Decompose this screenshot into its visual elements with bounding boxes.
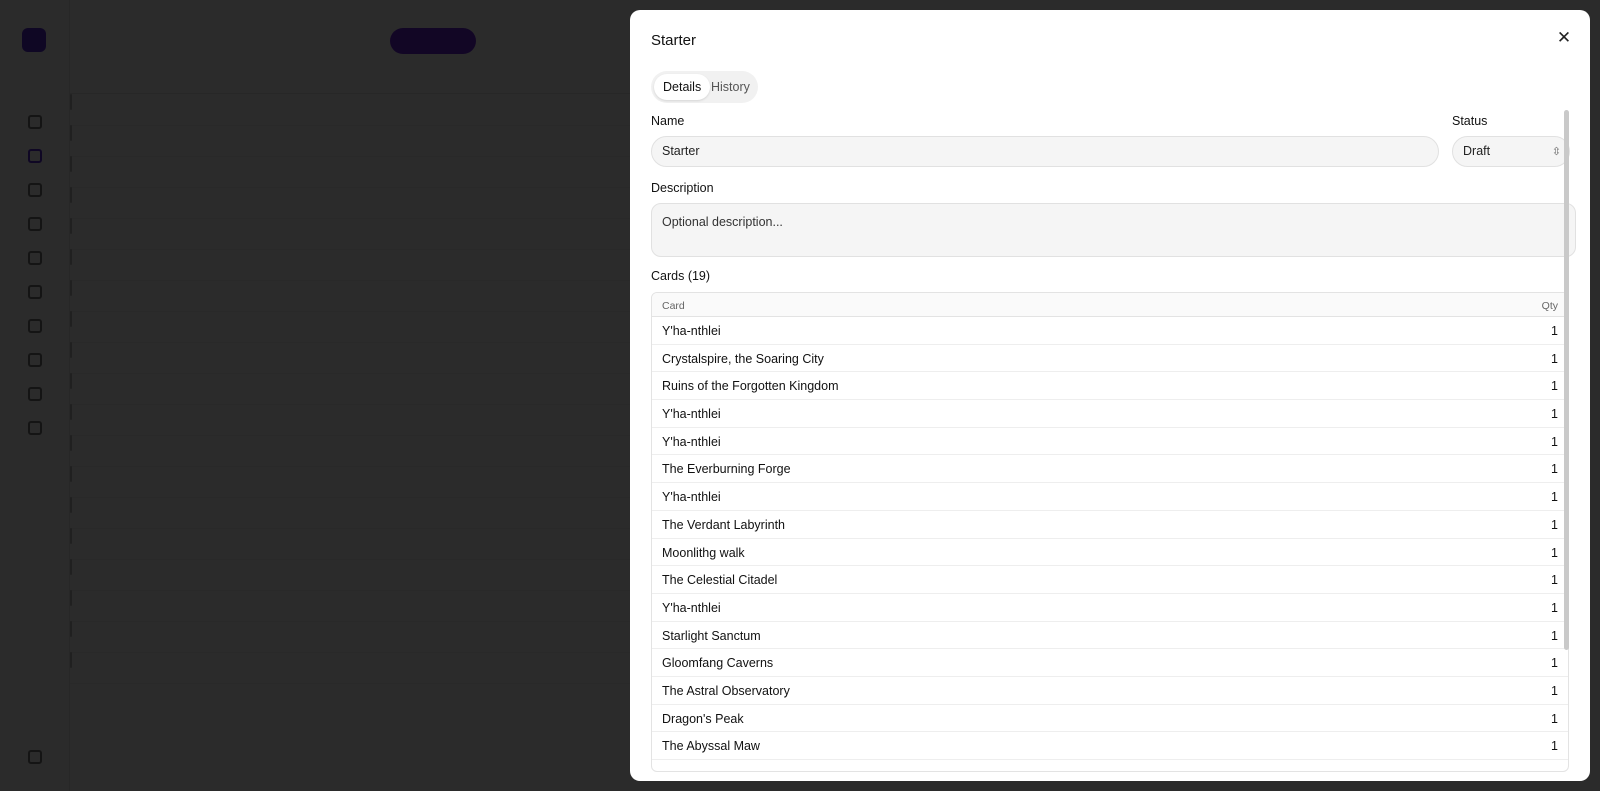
modal-scrollbar[interactable] [1564, 110, 1569, 650]
card-qty: 1 [1551, 379, 1558, 394]
deck-modal: Starter ✕ Details History Name Starter S… [630, 10, 1590, 781]
card-qty: 1 [1551, 600, 1558, 615]
cards-table: Card Qty Y'ha-nthlei 1 Crystalspire, the … [651, 292, 1569, 772]
card-qty: 1 [1551, 739, 1558, 754]
tab-history[interactable]: History [702, 74, 759, 100]
card-name: Crystalspire, the Soaring City [662, 351, 824, 366]
card-qty: 1 [1551, 545, 1558, 560]
description-label: Description [651, 181, 714, 195]
card-row[interactable]: The Verdant Labyrinth 1 [652, 511, 1568, 539]
close-icon[interactable]: ✕ [1552, 26, 1576, 50]
card-row[interactable]: The Everburning Forge 1 [652, 455, 1568, 484]
card-qty: 1 [1551, 351, 1558, 366]
tab-bar: Details History [651, 71, 758, 103]
card-qty: 1 [1551, 683, 1558, 698]
chevron-up-down-icon: ⇳ [1551, 145, 1561, 158]
name-label: Name [651, 114, 685, 128]
card-qty: 1 [1551, 628, 1558, 643]
card-name: The Verdant Labyrinth [662, 517, 785, 532]
card-row[interactable]: Moonlithg walk 1 [652, 539, 1568, 567]
card-qty: 1 [1551, 434, 1558, 449]
card-name: Y'ha-nthlei [662, 407, 721, 422]
card-row[interactable]: Y'ha-nthlei 1 [652, 483, 1568, 511]
status-select[interactable]: Draft ⇳ [1452, 136, 1570, 167]
card-row[interactable]: Y'ha-nthlei 1 [652, 428, 1568, 456]
card-qty: 1 [1551, 462, 1558, 477]
card-name: Y'ha-nthlei [662, 324, 721, 338]
card-row[interactable]: The Celestial Citadel 1 [652, 566, 1568, 594]
card-row[interactable]: Crystalspire, the Soaring City 1 [652, 345, 1568, 373]
card-row[interactable]: Starlight Sanctum 1 [652, 622, 1568, 650]
column-card: Card [662, 300, 685, 312]
description-placeholder: Optional description... [662, 215, 783, 229]
status-value: Draft [1463, 144, 1491, 158]
cards-table-header: Card Qty [652, 293, 1568, 317]
card-qty: 1 [1551, 324, 1558, 338]
card-name: Gloomfang Caverns [662, 656, 774, 671]
card-row[interactable]: The Astral Observatory 1 [652, 677, 1568, 705]
card-row[interactable]: Y'ha-nthlei 1 [652, 317, 1568, 345]
card-name: Y'ha-nthlei [662, 434, 721, 449]
card-qty: 1 [1551, 517, 1558, 532]
card-name: Dragon's Peak [662, 711, 744, 726]
card-qty: 1 [1551, 573, 1558, 588]
card-name: Ruins of the Forgotten Kingdom [662, 379, 839, 394]
cards-label: Cards (19) [651, 269, 711, 283]
status-label: Status [1452, 114, 1488, 128]
card-row[interactable]: The Abyssal Maw 1 [652, 732, 1568, 760]
name-field[interactable]: Starter [651, 136, 1439, 167]
card-name: Moonlithg walk [662, 545, 745, 560]
card-qty: 1 [1551, 407, 1558, 422]
modal-title: Starter [651, 32, 697, 49]
card-name: Starlight Sanctum [662, 628, 761, 643]
description-field[interactable]: Optional description... [651, 203, 1576, 257]
card-name: The Astral Observatory [662, 683, 790, 698]
card-qty: 1 [1551, 656, 1558, 671]
card-row[interactable]: Ruins of the Forgotten Kingdom 1 [652, 372, 1568, 401]
card-qty: 1 [1551, 490, 1558, 505]
column-qty: Qty [1541, 300, 1558, 312]
card-name: The Everburning Forge [662, 462, 791, 477]
card-row[interactable]: Y'ha-nthlei 1 [652, 400, 1568, 428]
card-row[interactable]: Y'ha-nthlei 1 [652, 594, 1568, 622]
card-name: The Celestial Citadel [662, 573, 778, 588]
card-qty: 1 [1551, 711, 1558, 726]
card-name: Y'ha-nthlei [662, 490, 721, 505]
card-name: Y'ha-nthlei [662, 600, 721, 615]
card-name: The Abyssal Maw [662, 739, 760, 754]
card-row[interactable]: Dragon's Peak 1 [652, 705, 1568, 733]
card-row[interactable]: Gloomfang Caverns 1 [652, 649, 1568, 677]
